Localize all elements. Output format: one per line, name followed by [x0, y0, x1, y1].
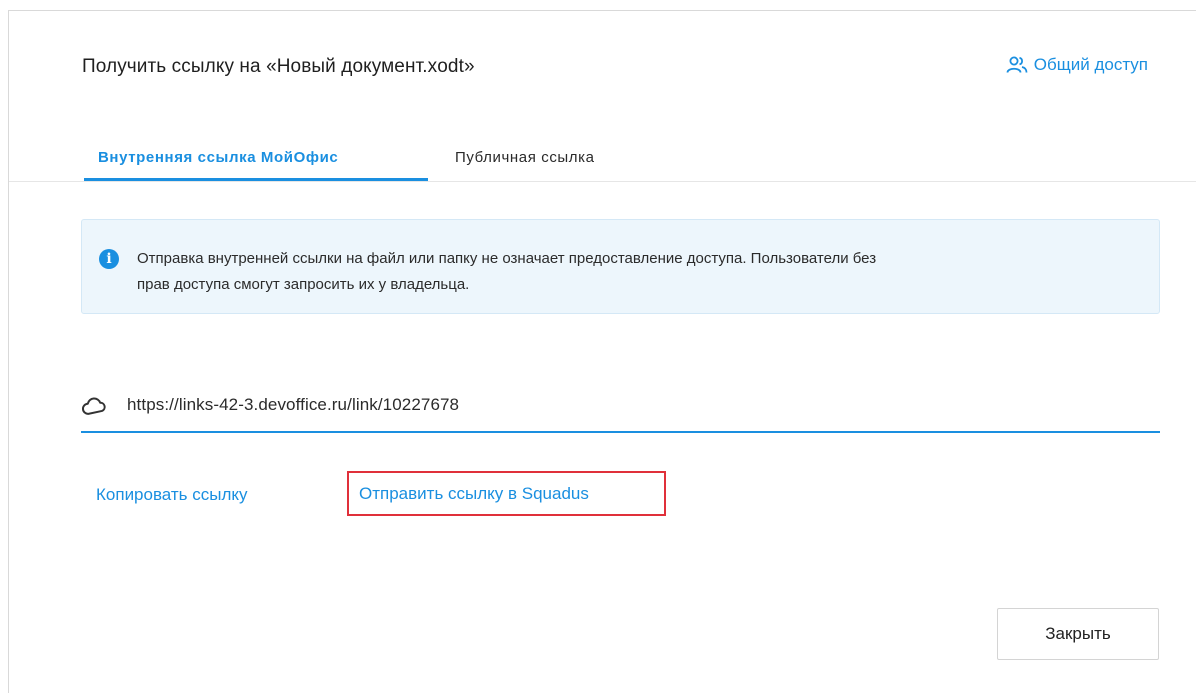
dialog-title: Получить ссылку на «Новый документ.xodt» [82, 56, 475, 77]
cloud-icon [81, 397, 107, 420]
info-text: Отправка внутренней ссылки на файл или п… [137, 246, 1137, 298]
send-to-squadus-button[interactable]: Отправить ссылку в Squadus [347, 471, 666, 516]
shared-access-link[interactable]: Общий доступ [1006, 55, 1148, 75]
copy-link-button[interactable]: Копировать ссылку [96, 485, 248, 505]
info-text-line-1: Отправка внутренней ссылки на файл или п… [137, 250, 877, 267]
get-link-dialog: Получить ссылку на «Новый документ.xodt»… [8, 10, 1196, 693]
shared-access-label: Общий доступ [1033, 55, 1148, 74]
tab-internal-link[interactable]: Внутренняя ссылка МойОфис [84, 149, 428, 181]
link-url: https://links-42-3.devoffice.ru/link/102… [127, 395, 460, 414]
info-notice: i Отправка внутренней ссылки на файл или… [81, 219, 1160, 314]
users-icon [1006, 56, 1028, 74]
link-field[interactable]: https://links-42-3.devoffice.ru/link/102… [81, 391, 1160, 433]
link-tabs: Внутренняя ссылка МойОфис Публичная ссыл… [9, 141, 1196, 182]
close-button[interactable]: Закрыть [997, 608, 1159, 660]
info-text-line-2: прав доступа смогут запросить их у владе… [137, 276, 470, 293]
info-icon: i [99, 249, 119, 269]
tab-public-link[interactable]: Публичная ссылка [455, 149, 595, 166]
